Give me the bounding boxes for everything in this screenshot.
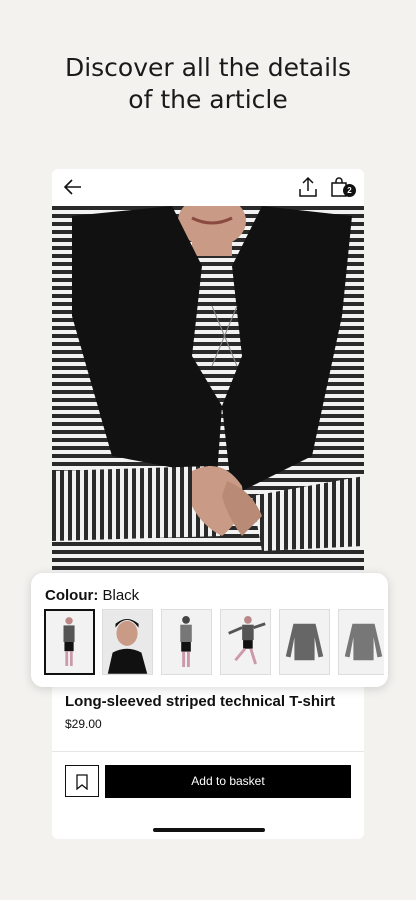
thumbnail-portrait-view[interactable] xyxy=(102,609,153,675)
headline: Discover all the details of the article xyxy=(0,52,416,116)
colour-key: Colour xyxy=(45,587,94,604)
thumbnail-image xyxy=(162,610,211,674)
top-bar: 2 xyxy=(52,169,364,206)
share-upload-icon[interactable] xyxy=(296,175,320,199)
thumbnail-image xyxy=(103,610,152,674)
product-photo xyxy=(52,206,364,578)
thumbnail-flat-lay-back[interactable] xyxy=(338,609,384,675)
thumbnail-image xyxy=(339,610,384,674)
thumbnail-image xyxy=(280,610,329,674)
thumbnail-running-pose[interactable] xyxy=(220,609,271,675)
product-title: Long-sleeved striped technical T-shirt xyxy=(65,693,336,710)
colour-selector-card: Colour: Black xyxy=(31,573,388,687)
thumbnail-strip xyxy=(44,609,384,675)
thumbnail-front-view[interactable] xyxy=(44,609,95,675)
product-price: $29.00 xyxy=(65,717,102,731)
thumbnail-image xyxy=(46,611,93,673)
product-hero-image[interactable] xyxy=(52,206,364,578)
wishlist-button[interactable] xyxy=(65,765,99,797)
arrow-left-icon[interactable] xyxy=(61,175,85,199)
divider xyxy=(52,751,364,752)
headline-line-2: of the article xyxy=(128,85,288,114)
phone-screen: 2 Long-sleeved striped technical T-shirt… xyxy=(52,169,364,839)
home-indicator xyxy=(153,828,265,832)
shopping-bag-button[interactable]: 2 xyxy=(328,175,358,201)
thumbnail-flat-lay-front[interactable] xyxy=(279,609,330,675)
bag-count-badge: 2 xyxy=(343,184,356,197)
colour-label: Colour: Black xyxy=(45,587,139,604)
colour-value: Black xyxy=(102,587,140,604)
headline-line-1: Discover all the details xyxy=(64,53,352,82)
colour-separator: : xyxy=(93,587,99,604)
thumbnail-image xyxy=(221,610,270,674)
thumbnail-back-view[interactable] xyxy=(161,609,212,675)
bookmark-icon xyxy=(76,774,88,790)
add-to-basket-button[interactable]: Add to basket xyxy=(105,765,351,798)
